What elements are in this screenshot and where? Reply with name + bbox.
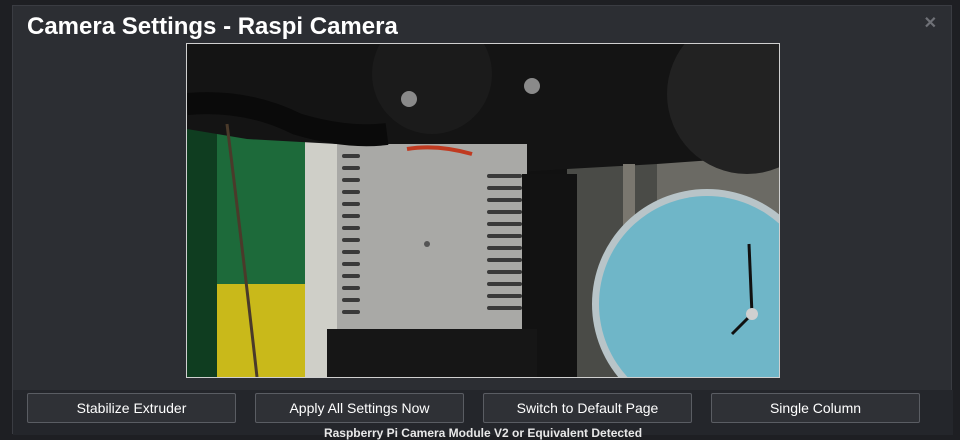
button-bar: Stabilize Extruder Apply All Settings No… [13,390,953,440]
close-icon[interactable]: ✕ [924,14,937,34]
camera-feed [186,43,780,378]
camera-feed-image [187,44,779,377]
apply-all-settings-button[interactable]: Apply All Settings Now [255,393,464,423]
camera-detected-status: Raspberry Pi Camera Module V2 or Equival… [323,426,643,440]
switch-default-page-button[interactable]: Switch to Default Page [483,393,692,423]
stabilize-extruder-button[interactable]: Stabilize Extruder [27,393,236,423]
modal-title: Camera Settings - Raspi Camera [27,13,398,40]
camera-settings-modal: Camera Settings - Raspi Camera ✕ Stabili… [12,5,953,440]
single-column-button[interactable]: Single Column [711,393,920,423]
